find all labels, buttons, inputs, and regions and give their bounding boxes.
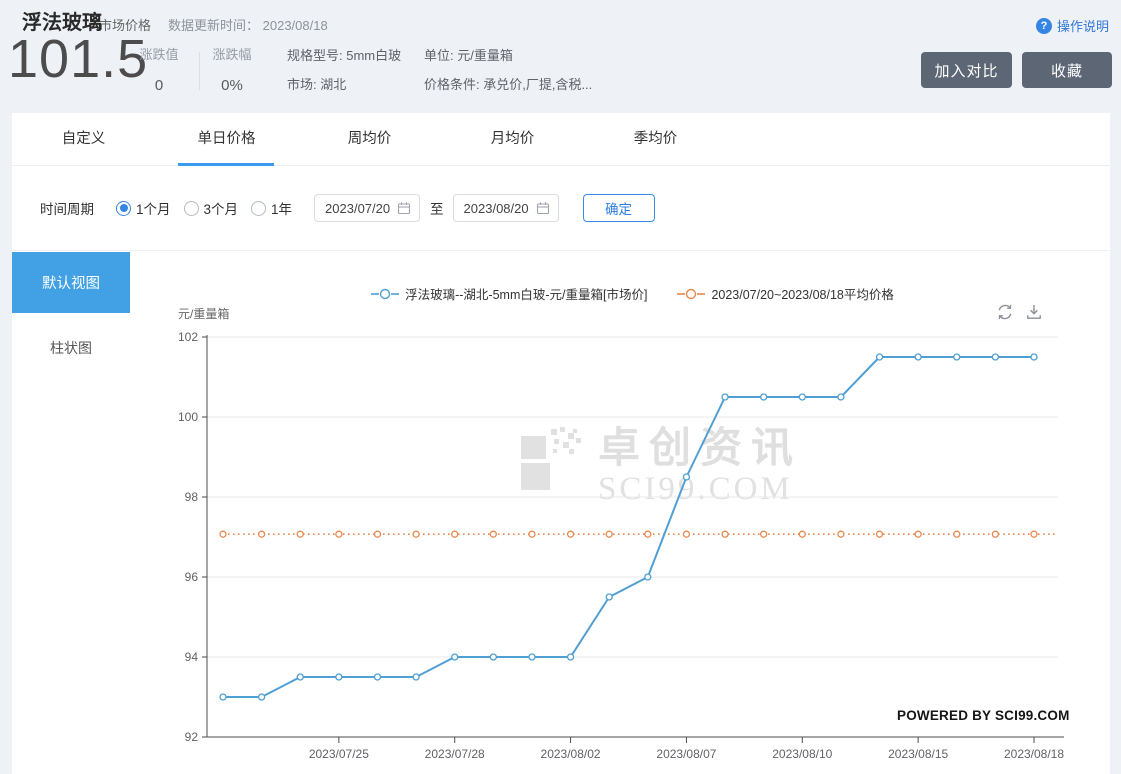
change-value-block: 涨跌值 0 xyxy=(131,44,187,94)
tab-bar: 自定义 单日价格 周均价 月均价 季均价 xyxy=(12,113,1110,166)
help-label: 操作说明 xyxy=(1057,19,1110,34)
tab-2[interactable]: 周均价 xyxy=(298,113,441,166)
legend-marker-icon xyxy=(371,288,400,299)
unit-condition-info: 单位: 元/重量箱 价格条件: 承兑价,厂提,含税... xyxy=(424,41,592,99)
market-line: 市场: 湖北 xyxy=(287,77,347,92)
radio-group: 1个月 3个月 1年 xyxy=(116,198,305,218)
to-label: 至 xyxy=(430,202,444,217)
date-from-value: 2023/07/20 xyxy=(325,200,391,216)
time-period-label: 时间周期 xyxy=(40,202,94,217)
date-to-input[interactable]: 2023/08/20 xyxy=(452,194,559,222)
svg-text:2023/08/10: 2023/08/10 xyxy=(772,747,832,761)
date-to-value: 2023/08/20 xyxy=(463,200,529,216)
unit-line: 单位: 元/重量箱 xyxy=(424,48,513,63)
svg-text:96: 96 xyxy=(185,570,199,584)
spec-line: 规格型号: 5mm白玻 xyxy=(287,48,402,63)
change-pct-label: 涨跌幅 xyxy=(212,47,252,62)
watermark-subtitle: SCI99.COM xyxy=(598,471,793,507)
header: 浮法玻璃 市场价格 数据更新时间： 2023/08/18 101.5 涨跌值 0… xyxy=(0,0,1121,113)
svg-text:2023/08/07: 2023/08/07 xyxy=(656,747,716,761)
main-panel: 自定义 单日价格 周均价 月均价 季均价 时间周期 1个月 3个月 1年 2023/07/2… xyxy=(12,113,1110,774)
refresh-icon[interactable] xyxy=(995,302,1015,322)
svg-text:100: 100 xyxy=(178,410,198,424)
tab-4[interactable]: 季均价 xyxy=(584,113,727,166)
svg-text:2023/07/28: 2023/07/28 xyxy=(425,747,485,761)
svg-text:92: 92 xyxy=(185,730,199,744)
change-label: 涨跌值 xyxy=(139,47,179,62)
calendar-icon xyxy=(397,202,411,215)
chart-toolbar xyxy=(995,302,1044,322)
svg-text:98: 98 xyxy=(185,490,199,504)
watermark-title: 卓创资讯 xyxy=(598,424,803,471)
current-price: 101.5 xyxy=(8,29,149,89)
radio-icon xyxy=(251,200,267,216)
divider xyxy=(199,52,200,90)
update-time: 数据更新时间： 2023/08/18 xyxy=(168,18,328,33)
radio-label: 1个月 xyxy=(136,202,171,217)
svg-text:2023/08/15: 2023/08/15 xyxy=(888,747,948,761)
spec-market-info: 规格型号: 5mm白玻 市场: 湖北 xyxy=(287,41,401,99)
question-icon: ? xyxy=(1036,17,1052,34)
svg-text:2023/07/25: 2023/07/25 xyxy=(309,747,369,761)
radio-label: 1年 xyxy=(271,202,293,217)
filter-bar: 时间周期 1个月 3个月 1年 2023/07/20 至 2023/08/20 确定 xyxy=(40,194,655,222)
divider xyxy=(12,250,1110,251)
legend-label: 浮法玻璃--湖北-5mm白玻-元/重量箱[市场价] xyxy=(405,288,648,302)
tab-0[interactable]: 自定义 xyxy=(12,113,155,166)
tab-3[interactable]: 月均价 xyxy=(441,113,584,166)
svg-text:2023/08/02: 2023/08/02 xyxy=(541,747,601,761)
legend-item-0[interactable]: 浮法玻璃--湖北-5mm白玻-元/重量箱[市场价] xyxy=(371,284,647,303)
favorite-button[interactable]: 收藏 xyxy=(1022,52,1112,88)
help-link[interactable]: ? 操作说明 xyxy=(1036,16,1109,35)
y-axis-unit-label: 元/重量箱 xyxy=(178,307,230,321)
radio-period-1[interactable]: 3个月 xyxy=(183,198,239,218)
calendar-icon xyxy=(536,202,549,215)
watermark-logo xyxy=(521,427,581,490)
svg-text:94: 94 xyxy=(185,650,199,664)
legend-label: 2023/07/20~2023/08/18平均价格 xyxy=(711,288,894,302)
chart-legend: 浮法玻璃--湖北-5mm白玻-元/重量箱[市场价] 2023/07/20~2023… xyxy=(207,284,1058,303)
radio-period-0[interactable]: 1个月 xyxy=(116,198,171,218)
watermark: 卓创资讯 SCI99.COM xyxy=(520,427,802,506)
change-pct-block: 涨跌幅 0% xyxy=(204,44,260,94)
change-value: 0 xyxy=(154,77,164,94)
date-from-input[interactable]: 2023/07/20 xyxy=(314,194,421,222)
change-pct-value: 0% xyxy=(221,77,243,94)
powered-by-label: POWERED BY SCI99.COM xyxy=(897,708,1070,723)
legend-item-1[interactable]: 2023/07/20~2023/08/18平均价格 xyxy=(677,284,894,303)
radio-icon xyxy=(116,200,131,216)
confirm-button[interactable]: 确定 xyxy=(582,194,655,222)
add-compare-button[interactable]: 加入对比 xyxy=(921,52,1012,88)
svg-text:102: 102 xyxy=(178,330,198,344)
radio-label: 3个月 xyxy=(203,202,239,217)
radio-icon xyxy=(183,200,199,216)
legend-marker-icon xyxy=(677,288,706,299)
sidebar-item-bar-chart[interactable]: 柱状图 xyxy=(12,333,130,363)
radio-period-2[interactable]: 1年 xyxy=(251,198,292,218)
svg-text:2023/08/18: 2023/08/18 xyxy=(1004,747,1064,761)
sidebar-item-default-view[interactable]: 默认视图 xyxy=(12,252,130,313)
download-icon[interactable] xyxy=(1024,302,1044,322)
tab-1[interactable]: 单日价格 xyxy=(155,113,298,166)
condition-line: 价格条件: 承兑价,厂提,含税... xyxy=(424,77,593,92)
